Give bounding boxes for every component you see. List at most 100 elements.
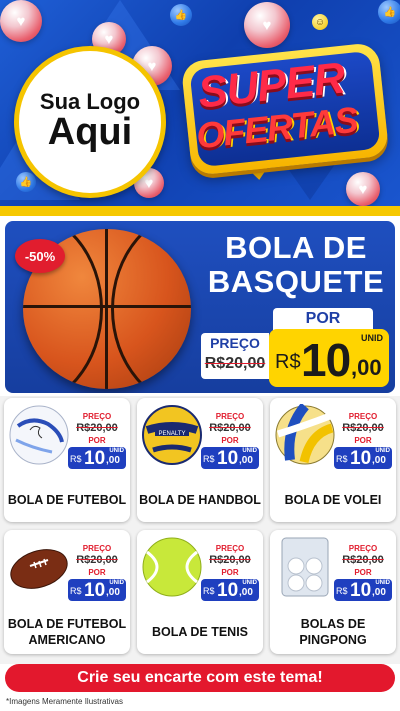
product-name: BOLA DE VOLEI — [284, 493, 382, 508]
price-block: PREÇO R$20,00 POR R$ 10 ,00 UNID — [68, 544, 126, 601]
preco-label: PREÇO — [348, 544, 378, 553]
old-price: R$20,00 — [76, 422, 118, 434]
product-card[interactable]: PREÇO R$20,00 POR R$ 10 ,00 UNID BOLA DE… — [270, 398, 396, 522]
product-card[interactable]: PREÇO R$20,00 POR R$ 10 ,00 UNID BOLA DE… — [4, 530, 130, 654]
por-label: POR — [88, 568, 106, 577]
old-price: R$20,00 — [209, 554, 251, 566]
old-price: R$20,00 — [342, 554, 384, 566]
price-cents: ,00 — [372, 455, 386, 466]
por-label: POR — [354, 568, 372, 577]
price-cents: ,00 — [351, 355, 382, 380]
price-unit: UNID — [375, 448, 390, 454]
price-currency: R$ — [203, 454, 215, 464]
product-name: BOLA DE FUTEBOL — [7, 493, 127, 508]
preco-label: PREÇO — [215, 412, 245, 421]
old-price: R$20,00 — [76, 554, 118, 566]
price-currency: R$ — [336, 586, 348, 596]
product-card[interactable]: PREÇO R$20,00 POR R$ 10 ,00 UNID BOLA DE… — [137, 530, 263, 654]
price-unit: UNID — [375, 580, 390, 586]
price-block: PREÇO R$20,00 POR R$ 10 ,00 UNID — [68, 412, 126, 469]
price-unit: UNID — [242, 448, 257, 454]
product-name: BOLAS DE PINGPONG — [299, 617, 367, 647]
price-currency: R$ — [203, 586, 215, 596]
price-currency: R$ — [275, 351, 301, 373]
por-label: POR — [221, 436, 239, 445]
emoji-icon: ☺ — [312, 14, 328, 30]
product-card[interactable]: PENALTY PREÇO R$20,00 POR R$ 10 ,00 UNID… — [137, 398, 263, 522]
logo-placeholder[interactable]: Sua Logo Aqui — [14, 46, 166, 198]
price-cents: ,00 — [239, 455, 253, 466]
hero-product-card[interactable]: -50% BOLA DE BASQUETE PREÇO R$20,00 POR … — [5, 221, 395, 393]
por-label: POR — [221, 568, 239, 577]
tennis-ball-icon — [142, 537, 202, 597]
price-cents: ,00 — [372, 587, 386, 598]
price-integer: 10 — [217, 448, 239, 469]
price-currency: R$ — [70, 454, 82, 464]
price-block: PREÇO R$20,00 POR R$ 10 ,00 UNID — [334, 412, 392, 469]
price-integer: 10 — [84, 580, 106, 601]
por-label: POR — [273, 308, 373, 330]
preco-label: PREÇO — [215, 544, 245, 553]
new-price-tag: R$ 10 ,00 UNID — [334, 447, 392, 469]
soccer-ball-icon — [9, 405, 69, 465]
cta-button[interactable]: Crie seu encarte com este tema! — [5, 664, 395, 692]
like-icon: 👍 — [16, 172, 36, 192]
pingpong-balls-icon — [281, 537, 329, 597]
hero-title-line1: BOLA DE — [225, 230, 367, 265]
product-name: BOLA DE FUTEBOL AMERICANO — [7, 617, 127, 647]
product-name: BOLA DE HANDBOL — [139, 493, 261, 508]
price-unit: UNID — [109, 580, 124, 586]
price-block: PREÇO R$20,00 POR R$ 10 ,00 UNID — [201, 412, 259, 469]
logo-text-line2: Aqui — [47, 111, 133, 154]
price-currency: R$ — [70, 586, 82, 596]
hero-product-title: BOLA DE BASQUETE — [201, 230, 391, 300]
super-ofertas-badge: SUPER OFERTAS — [180, 41, 390, 194]
old-price-box: PREÇO R$20,00 — [201, 333, 269, 379]
preco-label: PREÇO — [82, 412, 112, 421]
heart-icon: ♥ — [244, 2, 290, 48]
price-integer: 10 — [301, 334, 351, 386]
price-block: PREÇO R$20,00 POR R$ 10 ,00 UNID — [201, 544, 259, 601]
preco-label: PREÇO — [348, 412, 378, 421]
product-name: BOLA DE TENIS — [151, 625, 249, 640]
price-integer: 10 — [350, 580, 372, 601]
heart-icon: ♥ — [0, 0, 42, 42]
por-label: POR — [88, 436, 106, 445]
product-card[interactable]: PREÇO R$20,00 POR R$ 10 ,00 UNID BOLA DE… — [4, 398, 130, 522]
disclaimer-text: *Imagens Meramente Ilustrativas — [6, 697, 123, 706]
price-integer: 10 — [350, 448, 372, 469]
price-currency: R$ — [336, 454, 348, 464]
preco-label: PREÇO — [210, 335, 260, 351]
new-price-tag: R$ 10 ,00 UNID — [68, 447, 126, 469]
price-unit: UNID — [109, 448, 124, 454]
price-block: PREÇO R$20,00 POR R$ 10 ,00 UNID — [334, 544, 392, 601]
new-price-tag: R$ 10 ,00 UNID — [201, 447, 259, 469]
old-price: R$20,00 — [342, 422, 384, 434]
ball-seam — [105, 229, 108, 389]
price-unit: UNID — [361, 333, 383, 343]
handball-icon: PENALTY — [142, 405, 202, 465]
product-card[interactable]: PREÇO R$20,00 POR R$ 10 ,00 UNID BOLAS D… — [270, 530, 396, 654]
ball-seam — [111, 229, 191, 389]
price-integer: 10 — [217, 580, 239, 601]
new-price-tag: R$ 10 ,00 UNID — [334, 579, 392, 601]
old-price: R$20,00 — [209, 422, 251, 434]
football-icon — [10, 549, 68, 589]
divider-stripe — [0, 206, 400, 216]
new-price-tag: R$ 10 ,00 UNID — [269, 329, 389, 387]
old-price: R$20,00 — [204, 355, 266, 372]
header-banner: ♥ ♥ ♥ ♥ ♥ ♥ 👍 👍 👍 ☺ Sua Logo Aqui SUPER … — [0, 0, 400, 212]
price-unit: UNID — [242, 580, 257, 586]
price-cents: ,00 — [239, 587, 253, 598]
volleyball-icon — [275, 404, 335, 465]
like-icon: 👍 — [170, 4, 192, 26]
price-cents: ,00 — [106, 587, 120, 598]
preco-label: PREÇO — [82, 544, 112, 553]
new-price-tag: R$ 10 ,00 UNID — [68, 579, 126, 601]
svg-text:PENALTY: PENALTY — [159, 431, 186, 437]
new-price-tag: R$ 10 ,00 UNID — [201, 579, 259, 601]
hero-title-line2: BASQUETE — [207, 264, 385, 300]
por-label: POR — [354, 436, 372, 445]
price-cents: ,00 — [106, 455, 120, 466]
logo-text-line1: Sua Logo — [39, 89, 141, 115]
